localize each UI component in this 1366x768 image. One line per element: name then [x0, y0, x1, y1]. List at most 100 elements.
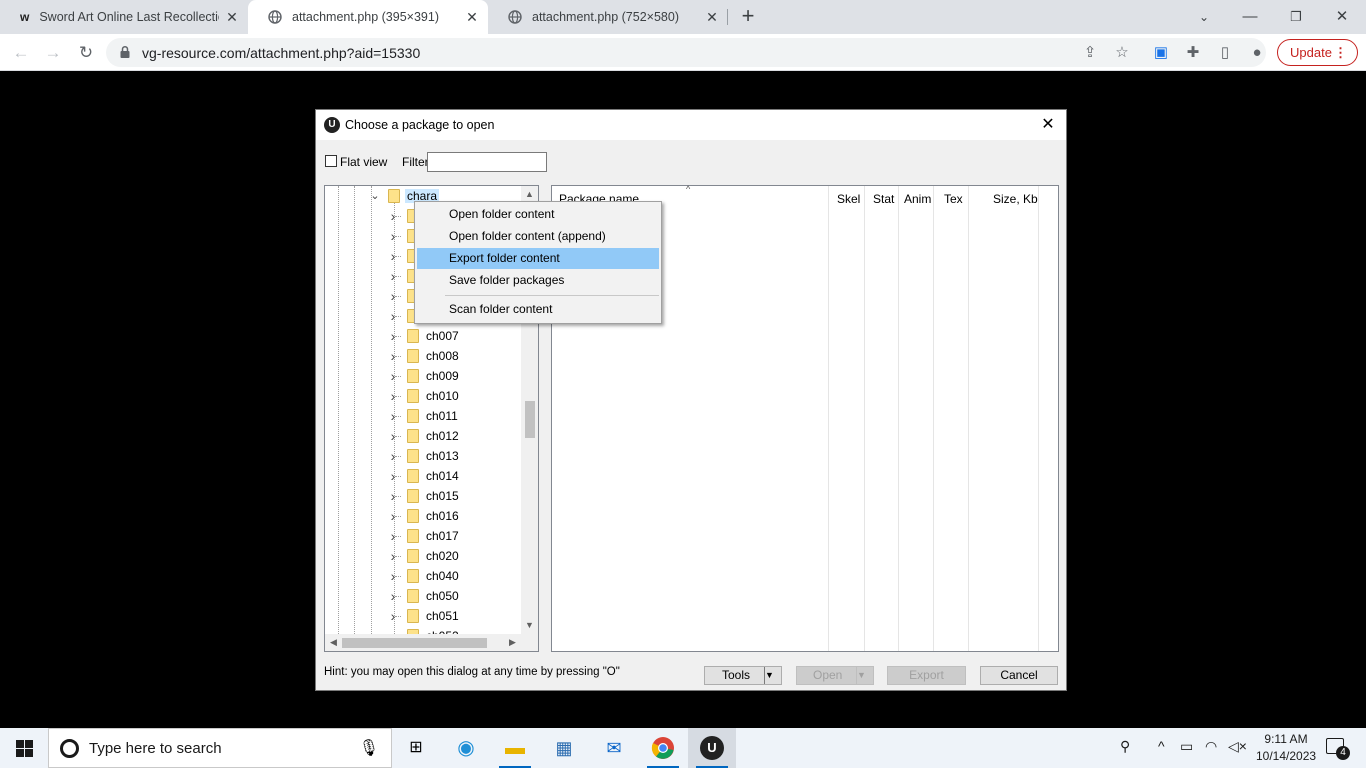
edge-button[interactable]: ◉	[442, 728, 490, 768]
more-menu-icon[interactable]: ⋮	[1334, 40, 1347, 65]
microphone-icon[interactable]: 🎙	[359, 738, 379, 758]
people-icon[interactable]: ⚲	[1120, 738, 1130, 755]
extension-tv-icon[interactable]: ▣	[1150, 42, 1172, 64]
chevron-down-icon[interactable]: ⌄	[370, 191, 380, 202]
scroll-thumb[interactable]	[342, 638, 487, 648]
share-icon[interactable]: ⇪	[1081, 44, 1099, 62]
show-hidden-icons-chevron-icon[interactable]: ^	[1158, 738, 1165, 754]
restore-icon[interactable]: ❐	[1283, 4, 1309, 30]
column-skel[interactable]: Skel	[837, 192, 860, 206]
tree-item[interactable]: › ch040	[325, 566, 521, 586]
close-icon[interactable]: ✕	[224, 9, 240, 25]
battery-icon[interactable]: ▭	[1180, 738, 1193, 755]
taskbar-search-box[interactable]: Type here to search 🎙	[48, 728, 392, 768]
update-button[interactable]: Update ⋮	[1277, 39, 1358, 66]
chevron-right-icon[interactable]: ›	[388, 489, 398, 503]
scroll-left-icon[interactable]: ◀	[325, 634, 342, 651]
umodel-button[interactable]: U	[688, 728, 736, 768]
chevron-right-icon[interactable]: ›	[388, 329, 398, 343]
tree-item[interactable]: › ch050	[325, 586, 521, 606]
reload-icon[interactable]: ↻	[73, 40, 99, 66]
tree-item[interactable]: › ch011	[325, 406, 521, 426]
chevron-right-icon[interactable]: ›	[388, 529, 398, 543]
tools-button[interactable]: Tools ▼	[704, 666, 782, 685]
chevron-right-icon[interactable]: ›	[388, 289, 398, 303]
menu-item-open-folder-content-append[interactable]: Open folder content (append)	[417, 226, 659, 247]
dialog-close-icon[interactable]: ✕	[1038, 115, 1058, 135]
chevron-right-icon[interactable]: ›	[388, 409, 398, 423]
tree-item[interactable]: › ch015	[325, 486, 521, 506]
column-anim[interactable]: Anim	[904, 192, 931, 206]
file-explorer-button[interactable]: ▬	[491, 728, 539, 768]
chevron-right-icon[interactable]: ›	[388, 349, 398, 363]
chevron-right-icon[interactable]: ›	[388, 469, 398, 483]
cancel-button[interactable]: Cancel	[980, 666, 1058, 685]
chevron-right-icon[interactable]: ›	[388, 589, 398, 603]
flat-view-checkbox[interactable]	[325, 155, 337, 167]
close-icon[interactable]: ✕	[464, 9, 480, 25]
new-tab-icon[interactable]: +	[736, 5, 760, 29]
window-close-icon[interactable]: ✕	[1329, 4, 1355, 30]
menu-item-open-folder-content[interactable]: Open folder content	[417, 204, 659, 225]
chevron-right-icon[interactable]: ›	[388, 269, 398, 283]
export-button[interactable]: Export	[887, 666, 966, 685]
profile-avatar-icon[interactable]: ●	[1246, 42, 1268, 64]
scroll-right-icon[interactable]: ▶	[504, 634, 521, 651]
address-bar[interactable]: vg-resource.com/attachment.php?aid=15330…	[106, 38, 1266, 67]
back-icon[interactable]: ←	[8, 40, 34, 66]
tree-item[interactable]: › ch051	[325, 606, 521, 626]
volume-muted-icon[interactable]: ◁×	[1228, 738, 1247, 755]
chevron-right-icon[interactable]: ›	[388, 249, 398, 263]
column-size[interactable]: Size, Kb	[993, 192, 1038, 206]
wifi-icon[interactable]: ◠	[1205, 738, 1217, 755]
scroll-down-icon[interactable]: ▼	[521, 617, 538, 634]
mail-button[interactable]: ✉	[590, 728, 638, 768]
chevron-right-icon[interactable]: ›	[388, 369, 398, 383]
tree-item[interactable]: › ch008	[325, 346, 521, 366]
tab-sword-art-online[interactable]: ᴡ Sword Art Online Last Recollectio ✕	[0, 0, 248, 34]
chevron-right-icon[interactable]: ›	[388, 229, 398, 243]
chevron-right-icon[interactable]: ›	[388, 549, 398, 563]
tree-item[interactable]: › ch017	[325, 526, 521, 546]
chevron-right-icon[interactable]: ›	[388, 309, 398, 323]
tree-item[interactable]: › ch013	[325, 446, 521, 466]
tab-attachment-395[interactable]: attachment.php (395×391) ✕	[248, 0, 488, 34]
tree-item[interactable]: › ch016	[325, 506, 521, 526]
tree-horizontal-scrollbar[interactable]: ◀ ▶	[325, 634, 538, 651]
start-button[interactable]	[0, 728, 48, 768]
close-icon[interactable]: ✕	[704, 9, 720, 25]
dropdown-arrow-icon[interactable]: ▼	[764, 667, 781, 684]
tab-attachment-752[interactable]: attachment.php (752×580) ✕	[488, 0, 728, 34]
filter-input[interactable]	[427, 152, 547, 172]
minimize-icon[interactable]: —	[1237, 4, 1263, 30]
side-panel-icon[interactable]: ▯	[1214, 42, 1236, 64]
chevron-right-icon[interactable]: ›	[388, 209, 398, 223]
tab-search-chevron-icon[interactable]: ⌄	[1191, 4, 1217, 30]
tree-item[interactable]: › ch014	[325, 466, 521, 486]
tree-item[interactable]: › ch010	[325, 386, 521, 406]
extensions-puzzle-icon[interactable]: ✚	[1182, 42, 1204, 64]
bookmark-star-icon[interactable]: ☆	[1113, 44, 1131, 62]
chevron-right-icon[interactable]: ›	[388, 609, 398, 623]
chevron-right-icon[interactable]: ›	[388, 429, 398, 443]
scroll-thumb[interactable]	[525, 401, 535, 438]
chevron-right-icon[interactable]: ›	[388, 449, 398, 463]
chevron-right-icon[interactable]: ›	[388, 569, 398, 583]
store-button[interactable]: ▦	[540, 728, 588, 768]
tree-item[interactable]: › ch009	[325, 366, 521, 386]
open-button[interactable]: Open ▼	[796, 666, 874, 685]
task-view-button[interactable]: ⊞	[392, 728, 440, 768]
clock[interactable]: 9:11 AM 10/14/2023	[1256, 731, 1316, 765]
chevron-right-icon[interactable]: ›	[388, 509, 398, 523]
menu-item-save-folder-packages[interactable]: Save folder packages	[417, 270, 659, 291]
tree-item[interactable]: › ch012	[325, 426, 521, 446]
forward-icon[interactable]: →	[40, 40, 66, 66]
menu-item-scan-folder-content[interactable]: Scan folder content	[417, 299, 659, 320]
column-tex[interactable]: Tex	[944, 192, 963, 206]
column-stat[interactable]: Stat	[873, 192, 894, 206]
menu-item-export-folder-content[interactable]: Export folder content	[417, 248, 659, 269]
tree-item[interactable]: › ch007	[325, 326, 521, 346]
chevron-right-icon[interactable]: ›	[388, 389, 398, 403]
dropdown-arrow-icon[interactable]: ▼	[856, 667, 873, 684]
tree-item[interactable]: › ch020	[325, 546, 521, 566]
